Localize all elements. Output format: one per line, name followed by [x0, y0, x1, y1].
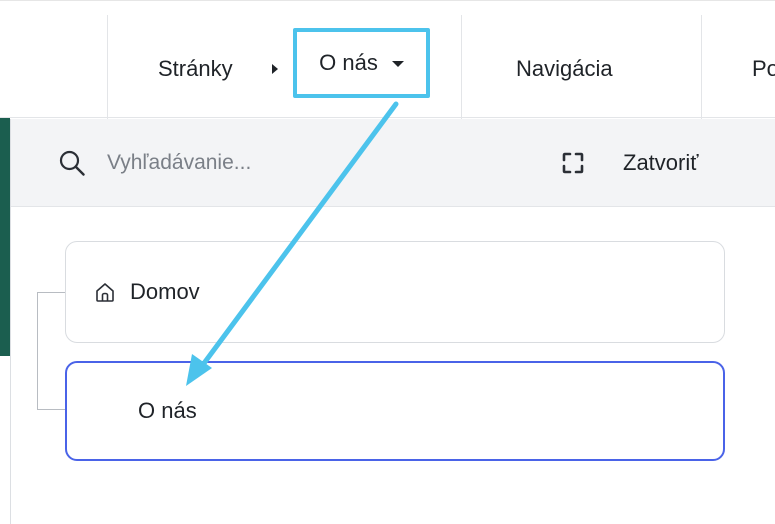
navigation-tab[interactable]: Navigácia — [516, 51, 613, 87]
top-toolbar: Stránky O nás Navigácia Po — [0, 0, 775, 119]
caret-down-icon — [391, 61, 404, 67]
tree-connector — [37, 292, 38, 410]
search-icon — [59, 150, 85, 176]
current-page-dropdown[interactable]: O nás — [293, 28, 430, 98]
page-tree-panel: Zatvoriť Domov O nás — [10, 119, 775, 524]
tree-item-about[interactable]: O nás — [65, 361, 725, 461]
current-page-label: O nás — [319, 50, 378, 75]
tree-connector — [37, 292, 67, 293]
background-edge — [0, 118, 10, 356]
home-icon — [96, 283, 114, 302]
fullscreen-icon[interactable] — [561, 151, 585, 175]
tree-item-home[interactable]: Domov — [65, 241, 725, 343]
panel-header: Zatvoriť — [11, 119, 775, 207]
toolbar-divider — [701, 15, 702, 119]
tree-item-label: Domov — [130, 279, 200, 304]
breadcrumb: Stránky — [0, 51, 300, 87]
toolbar-bottom-border — [0, 117, 775, 118]
tree-connector — [37, 409, 67, 410]
breadcrumb-separator-icon — [272, 64, 278, 74]
next-tab-partial[interactable]: Po — [752, 51, 775, 87]
close-button[interactable]: Zatvoriť — [623, 145, 699, 181]
search-input[interactable] — [107, 145, 407, 181]
toolbar-divider — [461, 15, 462, 119]
breadcrumb-root-link[interactable]: Stránky — [158, 51, 233, 87]
tree-item-label: O nás — [138, 398, 197, 423]
